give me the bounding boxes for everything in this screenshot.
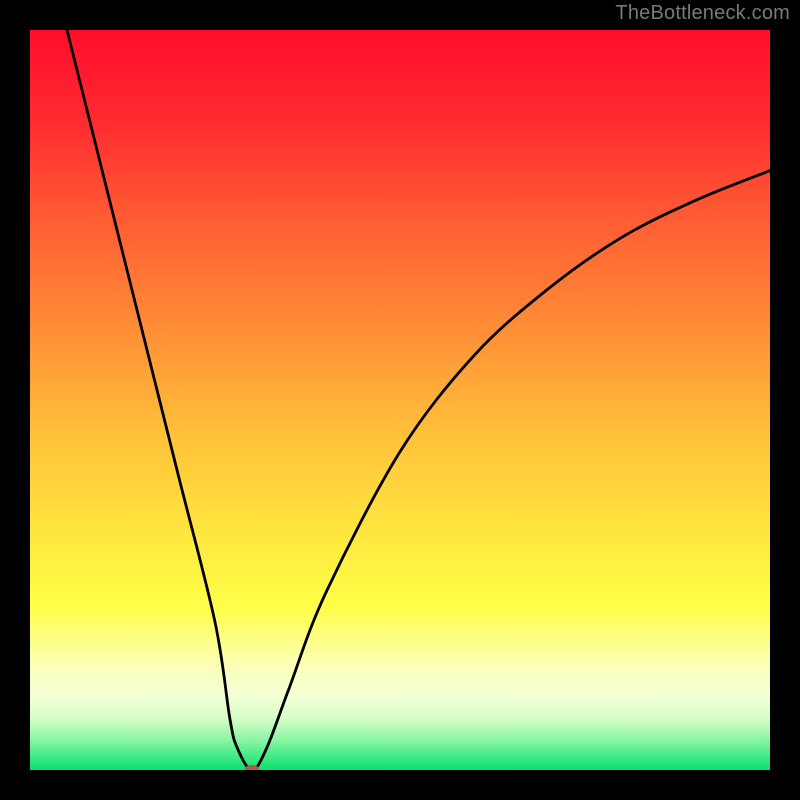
plot-area	[30, 30, 770, 770]
watermark-text: TheBottleneck.com	[615, 2, 790, 25]
minimum-marker-icon	[245, 765, 259, 770]
bottleneck-curve	[30, 30, 770, 770]
chart-frame: TheBottleneck.com	[0, 0, 800, 800]
